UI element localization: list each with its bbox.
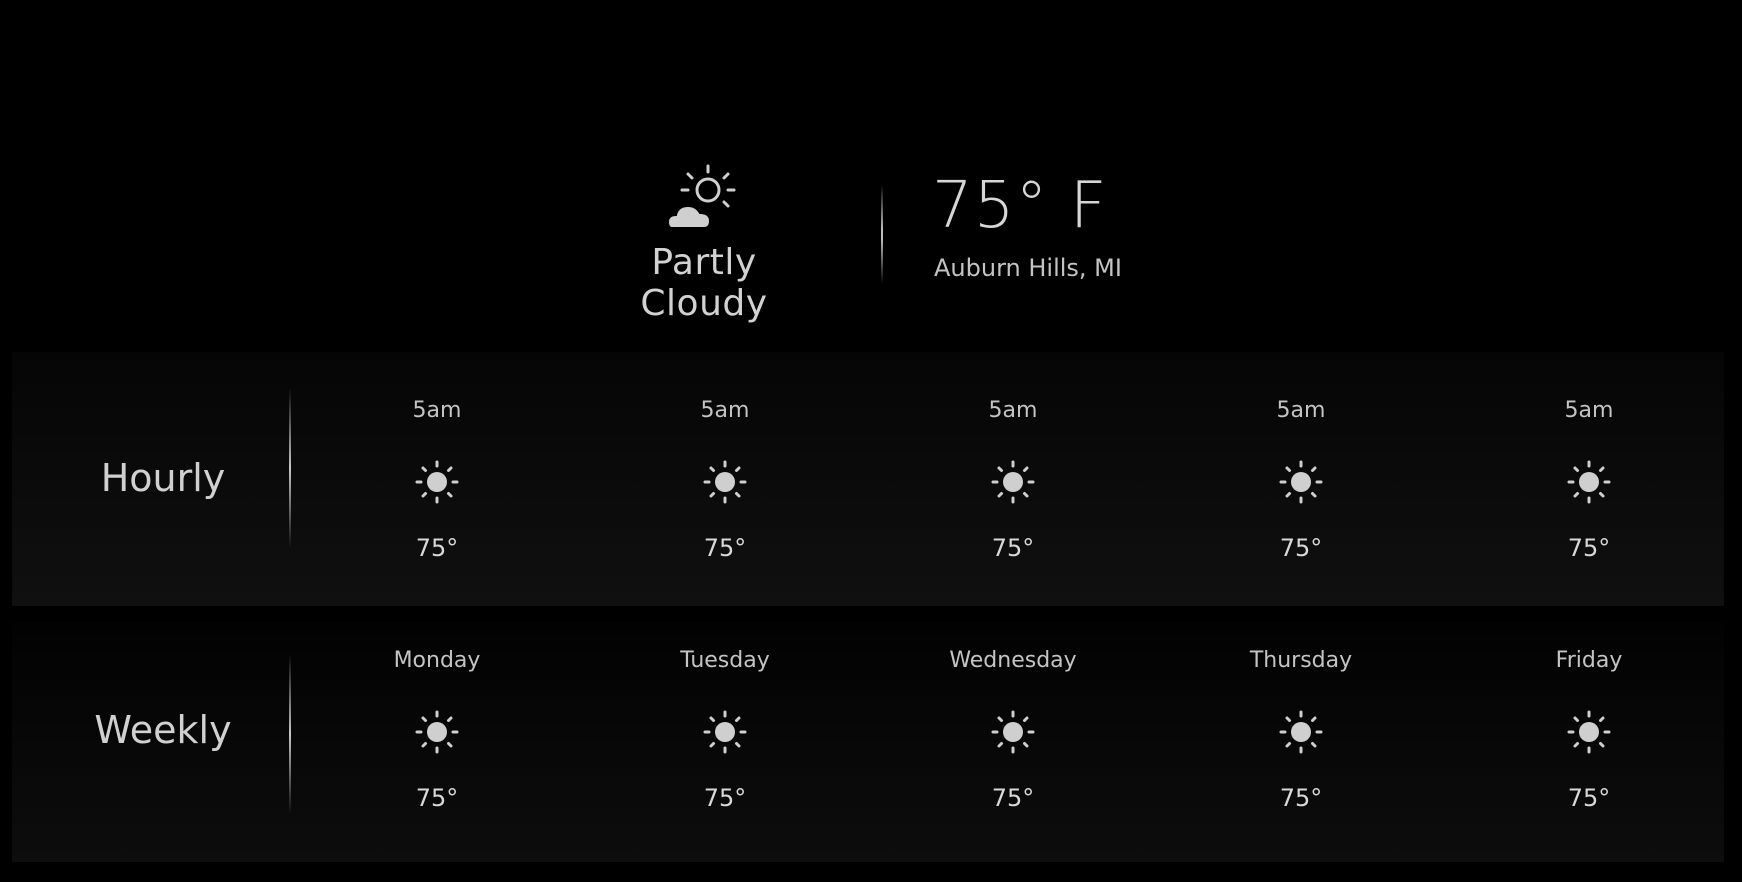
hourly-item: 5am 75° [625, 398, 825, 562]
current-temperature: 75° F [932, 169, 1108, 243]
hourly-temp: 75° [703, 534, 747, 562]
weekly-day: Wednesday [949, 648, 1077, 673]
weekly-item: Monday 75° [337, 648, 537, 812]
hourly-item: 5am 75° [337, 398, 537, 562]
current-conditions: Partly Cloudy 75° F Auburn Hills, MI [0, 150, 1742, 324]
hourly-temp: 75° [1279, 534, 1323, 562]
hourly-temp: 75° [415, 534, 459, 562]
weekly-panel: Weekly Monday 75° Tuesday 75° Wednesday … [12, 622, 1724, 862]
hourly-temp: 75° [1567, 534, 1611, 562]
weekly-temp: 75° [1279, 784, 1323, 812]
sun-icon [703, 460, 747, 504]
hourly-time: 5am [1564, 398, 1614, 423]
hourly-temp: 75° [991, 534, 1035, 562]
weekly-item: Thursday 75° [1201, 648, 1401, 812]
weekly-day: Monday [393, 648, 481, 673]
sun-icon [991, 710, 1035, 754]
weekly-temp: 75° [703, 784, 747, 812]
sun-icon [991, 460, 1035, 504]
location-text: Auburn Hills, MI [934, 254, 1122, 282]
weekly-temp: 75° [415, 784, 459, 812]
sun-icon [415, 460, 459, 504]
weekly-temp: 75° [991, 784, 1035, 812]
condition-text: Partly Cloudy [640, 242, 768, 324]
sun-icon [1567, 710, 1611, 754]
hourly-time: 5am [1276, 398, 1326, 423]
hourly-item: 5am 75° [1201, 398, 1401, 562]
sun-icon [1279, 460, 1323, 504]
weekly-day: Thursday [1249, 648, 1353, 673]
hourly-time: 5am [412, 398, 462, 423]
weekly-item: Tuesday 75° [625, 648, 825, 812]
hourly-item: 5am 75° [913, 398, 1113, 562]
sun-icon [415, 710, 459, 754]
weekly-day: Friday [1555, 648, 1623, 673]
weekly-item: Wednesday 75° [913, 648, 1113, 812]
weekly-item: Friday 75° [1489, 648, 1689, 812]
hourly-panel: Hourly 5am 75° 5am 75° 5am 75° 5am 75° 5… [12, 352, 1724, 606]
hourly-item: 5am 75° [1489, 398, 1689, 562]
header-divider [881, 184, 883, 284]
sun-icon [1279, 710, 1323, 754]
hourly-time: 5am [700, 398, 750, 423]
partly-cloudy-icon [666, 164, 736, 229]
hourly-time: 5am [988, 398, 1038, 423]
weekly-temp: 75° [1567, 784, 1611, 812]
weekly-day: Tuesday [680, 648, 770, 673]
sun-icon [703, 710, 747, 754]
sun-icon [1567, 460, 1611, 504]
